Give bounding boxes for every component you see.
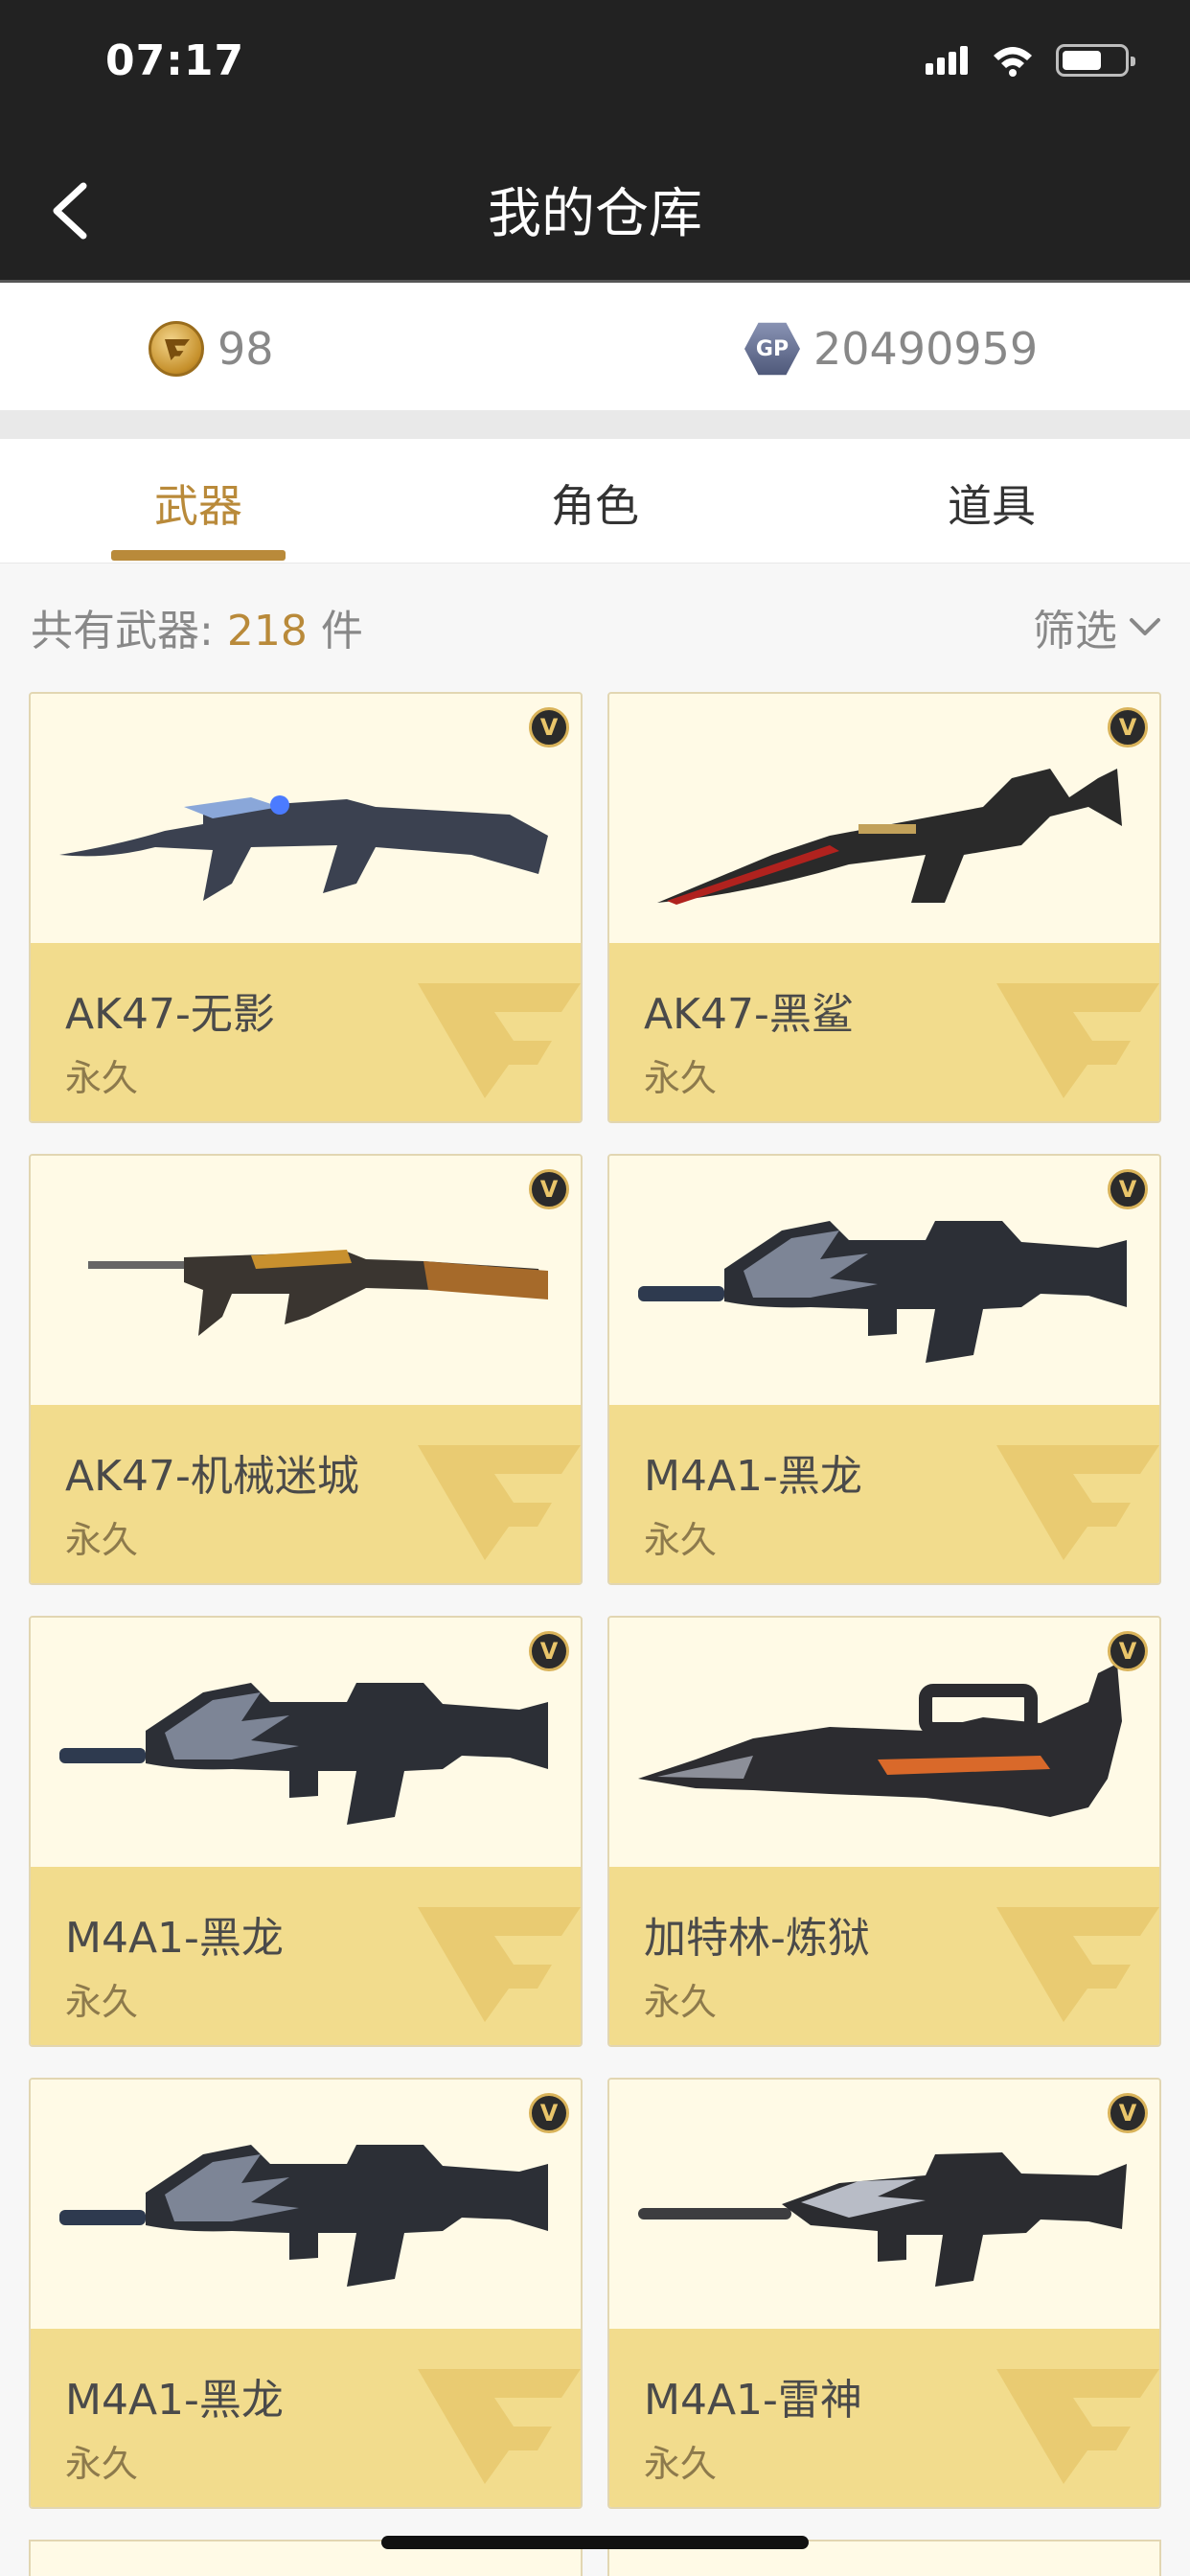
cf-watermark-logo bbox=[418, 1445, 581, 1560]
cf-points: 98 bbox=[149, 321, 274, 377]
weapon-name: AK47-黑鲨 bbox=[644, 990, 854, 1039]
weapon-image: V bbox=[31, 1156, 581, 1405]
weapon-duration: 永久 bbox=[65, 1981, 139, 2023]
vip-badge-icon: V bbox=[1108, 1631, 1148, 1671]
weapon-image: V bbox=[609, 2080, 1159, 2329]
weapon-image: V bbox=[609, 1618, 1159, 1867]
weapon-illustration bbox=[59, 795, 548, 901]
weapon-illustration bbox=[88, 1250, 548, 1336]
weapon-illustration bbox=[657, 769, 1122, 905]
summary-row: 共有武器: 218 件 筛选 bbox=[0, 564, 1190, 684]
tab-active-indicator bbox=[111, 550, 286, 561]
weapon-duration: 永久 bbox=[65, 2443, 139, 2485]
weapon-duration: 永久 bbox=[65, 1519, 139, 1561]
weapon-name: M4A1-黑龙 bbox=[65, 2376, 284, 2425]
weapon-name: 加特林-炼狱 bbox=[644, 1914, 870, 1963]
status-icons bbox=[926, 44, 1135, 77]
vip-badge-icon: V bbox=[529, 2093, 569, 2133]
weapon-info: M4A1-雷神永久 bbox=[609, 2329, 1159, 2507]
weapon-name: M4A1-雷神 bbox=[644, 2376, 862, 2425]
filter-label: 筛选 bbox=[1033, 607, 1117, 656]
cf-amount: 98 bbox=[217, 323, 274, 375]
category-tabs: 武器 角色 道具 bbox=[0, 439, 1190, 564]
vip-badge-icon: V bbox=[529, 1631, 569, 1671]
currency-bar: 98 GP 20490959 bbox=[0, 280, 1190, 410]
weapon-name: M4A1-黑龙 bbox=[644, 1452, 862, 1501]
cf-watermark-logo bbox=[996, 983, 1159, 1098]
weapon-count-number: 218 bbox=[226, 607, 308, 656]
weapon-image: V bbox=[31, 1618, 581, 1867]
signal-icon bbox=[926, 46, 970, 75]
page-title: 我的仓库 bbox=[488, 183, 702, 245]
tab-weapons[interactable]: 武器 bbox=[0, 472, 397, 535]
weapon-duration: 永久 bbox=[65, 1057, 139, 1099]
chevron-down-icon bbox=[1130, 618, 1160, 635]
weapon-info: 加特林-炼狱永久 bbox=[609, 1867, 1159, 2045]
weapon-info: AK47-无影永久 bbox=[31, 943, 581, 1121]
weapon-card[interactable]: V AK47-无影永久 bbox=[29, 692, 583, 1123]
weapon-info: M4A1-黑龙永久 bbox=[609, 1405, 1159, 1583]
weapon-name: AK47-无影 bbox=[65, 990, 275, 1039]
home-indicator bbox=[381, 2536, 809, 2549]
gp-points: GP 20490959 bbox=[744, 321, 1038, 377]
cf-watermark-logo bbox=[996, 2369, 1159, 2484]
weapon-card[interactable]: V AK47-黑鲨永久 bbox=[607, 692, 1161, 1123]
weapon-card[interactable]: V M4A1-黑龙永久 bbox=[29, 1616, 583, 2047]
weapon-count: 共有武器: 218 件 bbox=[31, 607, 363, 656]
weapon-info: M4A1-黑龙永久 bbox=[31, 1867, 581, 2045]
status-time: 07:17 bbox=[105, 36, 245, 85]
vip-badge-icon: V bbox=[529, 707, 569, 748]
gp-amount: 20490959 bbox=[813, 323, 1039, 375]
weapon-duration: 永久 bbox=[644, 1519, 718, 1561]
weapon-illustration bbox=[59, 2145, 548, 2287]
cf-watermark-logo bbox=[996, 1445, 1159, 1560]
weapon-card[interactable]: V AK47-机械迷城永久 bbox=[29, 1154, 583, 1585]
cf-watermark-logo bbox=[418, 1907, 581, 2022]
weapon-duration: 永久 bbox=[644, 1057, 718, 1099]
cf-watermark-logo bbox=[418, 2369, 581, 2484]
vip-badge-icon: V bbox=[1108, 707, 1148, 748]
weapon-info: AK47-机械迷城永久 bbox=[31, 1405, 581, 1583]
tab-items[interactable]: 道具 bbox=[793, 472, 1190, 535]
weapon-illustration bbox=[638, 1664, 1122, 1817]
weapon-card[interactable]: V M4A1-雷神永久 bbox=[607, 2078, 1161, 2509]
wifi-icon bbox=[994, 47, 1032, 77]
weapon-name: M4A1-黑龙 bbox=[65, 1914, 284, 1963]
weapon-card[interactable]: V 加特林-炼狱永久 bbox=[607, 1616, 1161, 2047]
top-header: 07:17 我的仓库 bbox=[0, 0, 1190, 280]
vip-badge-icon: V bbox=[529, 1169, 569, 1209]
weapon-illustration bbox=[638, 2152, 1127, 2287]
warehouse-screen: 07:17 我的仓库 98 GP 20490959 武器 角色 道具 共有武器:… bbox=[0, 0, 1190, 2576]
gp-coin-icon: GP bbox=[744, 322, 800, 376]
section-divider bbox=[0, 410, 1190, 439]
weapon-image: V bbox=[31, 2080, 581, 2329]
weapon-card[interactable]: V M4A1-黑龙永久 bbox=[607, 1154, 1161, 1585]
weapon-image: V bbox=[609, 694, 1159, 943]
filter-button[interactable]: 筛选 bbox=[1033, 596, 1161, 657]
cf-watermark-logo bbox=[418, 983, 581, 1098]
weapon-info: AK47-黑鲨永久 bbox=[609, 943, 1159, 1121]
weapon-card[interactable]: V M4A1-黑龙永久 bbox=[29, 2078, 583, 2509]
weapon-duration: 永久 bbox=[644, 1981, 718, 2023]
weapon-info: M4A1-黑龙永久 bbox=[31, 2329, 581, 2507]
weapon-illustration bbox=[59, 1683, 548, 1825]
vip-badge-icon: V bbox=[1108, 2093, 1148, 2133]
vip-badge-icon: V bbox=[1108, 1169, 1148, 1209]
weapon-image: V bbox=[609, 1156, 1159, 1405]
cf-watermark-logo bbox=[996, 1907, 1159, 2022]
weapon-name: AK47-机械迷城 bbox=[65, 1452, 359, 1501]
battery-icon bbox=[1056, 44, 1135, 77]
weapon-illustration bbox=[638, 1221, 1127, 1363]
weapon-duration: 永久 bbox=[644, 2443, 718, 2485]
cf-coin-icon bbox=[149, 321, 204, 377]
weapon-image: V bbox=[31, 694, 581, 943]
tab-characters[interactable]: 角色 bbox=[397, 472, 793, 535]
